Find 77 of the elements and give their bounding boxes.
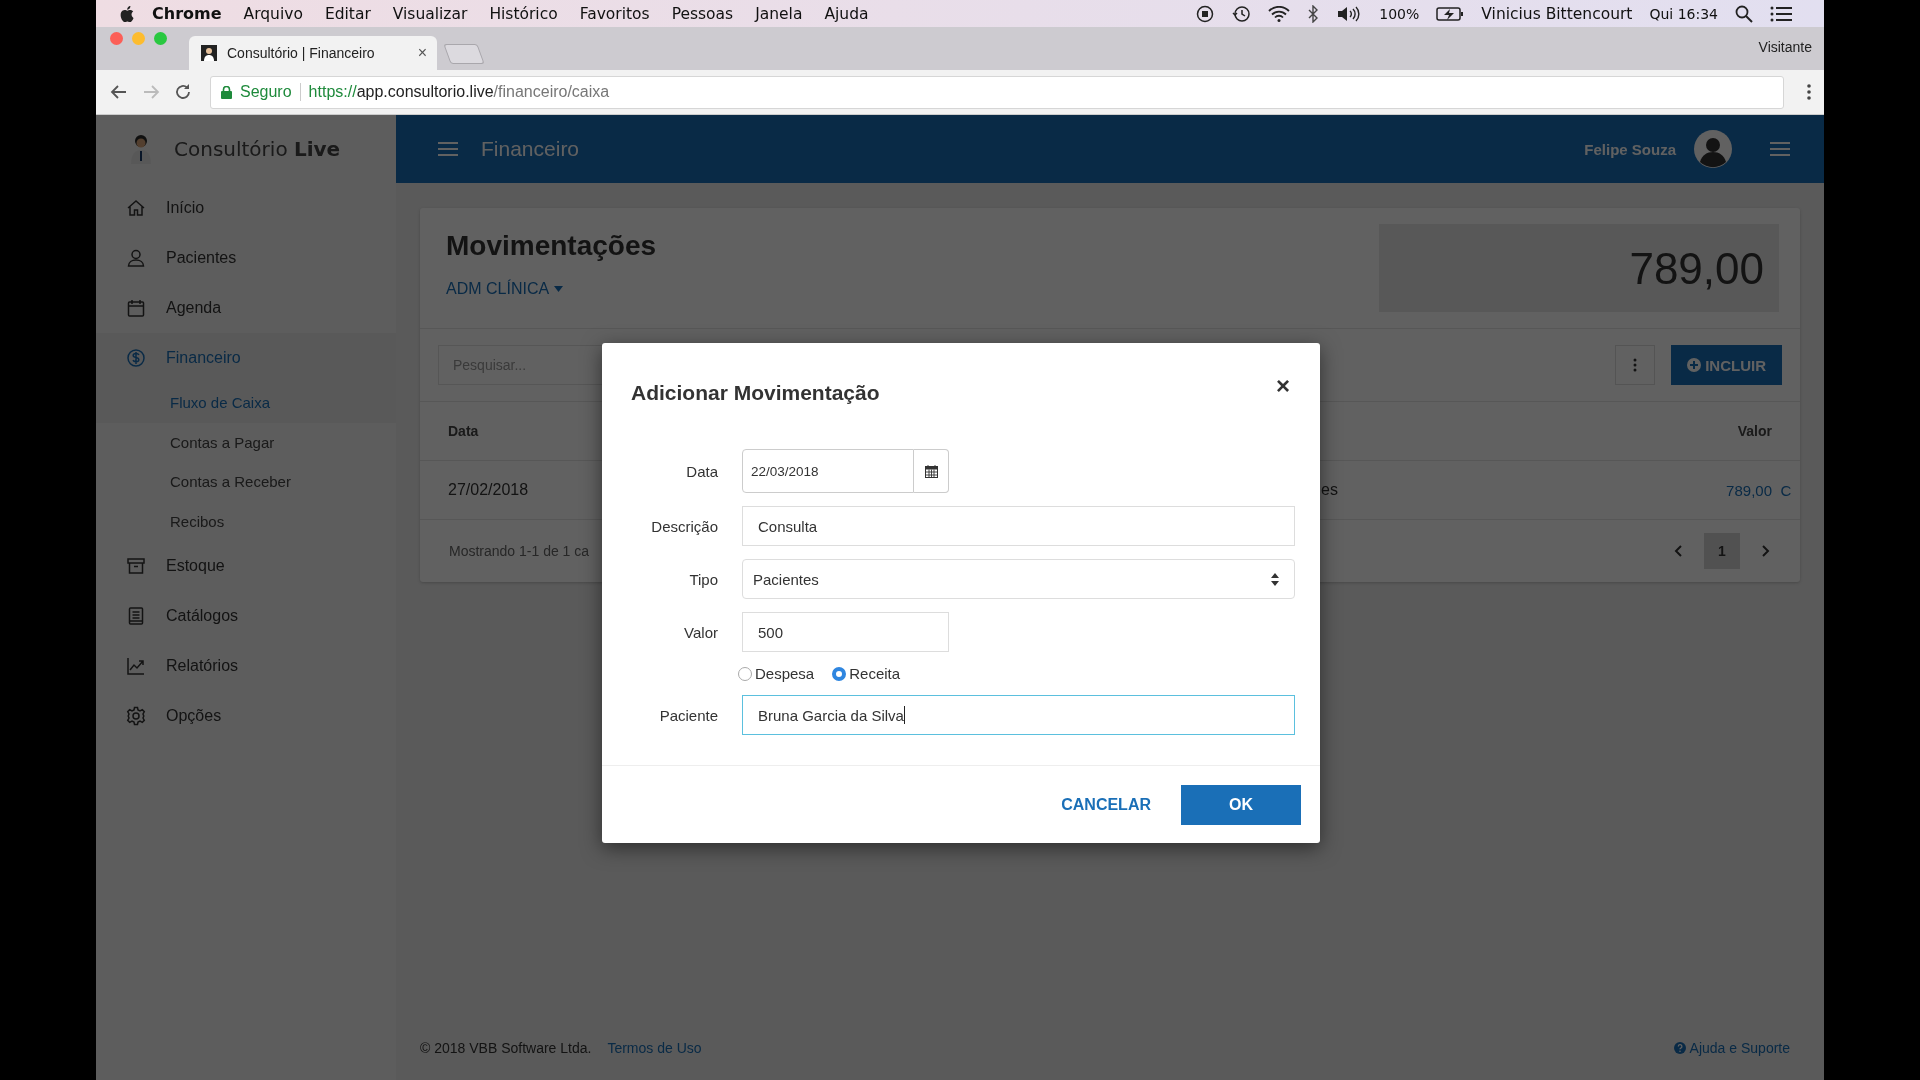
field-label: Descrição (650, 517, 719, 535)
plus-circle-icon (1687, 358, 1702, 372)
dialog-title: Adicionar Movimentação (631, 381, 881, 405)
ok-button[interactable]: OK (1181, 785, 1301, 825)
type-select[interactable]: Pacientes (742, 559, 1295, 599)
table-cell-text: C (1779, 481, 1793, 499)
menu-item[interactable]: Editar (324, 4, 371, 23)
column-header: Data (448, 423, 480, 439)
url-text: https://app.consultorio.live/financeiro/caixa (308, 83, 610, 101)
dollar-icon (126, 348, 146, 368)
input-field[interactable]: Consulta (742, 506, 1295, 546)
search-icon[interactable] (1735, 4, 1753, 23)
user-name[interactable]: Vinicius Bittencourt (1481, 4, 1633, 23)
profile-name[interactable]: Visitante (1758, 39, 1812, 55)
security-label: Seguro (240, 83, 301, 101)
wifi-icon[interactable] (1268, 5, 1291, 22)
field-label: Tipo (688, 570, 719, 588)
chevron-left-icon[interactable] (1674, 545, 1682, 557)
results-summary: Mostrando 1-1 de 1 ca (449, 543, 590, 559)
battery-percentage: 100% (1379, 5, 1420, 22)
avatar-icon[interactable] (1694, 130, 1732, 168)
menu-item[interactable]: Ajuda (824, 4, 869, 23)
menu-item[interactable]: Arquivo (243, 4, 303, 23)
table-cell-text: 27/02/2018 (448, 481, 530, 499)
input-field[interactable]: Bruna Garcia da Silva (742, 695, 1295, 735)
menu-item[interactable]: Favoritos (579, 4, 650, 23)
clock[interactable]: Qui 16:34 (1649, 5, 1718, 22)
person-icon (126, 248, 146, 268)
settings-icon (126, 706, 146, 726)
field-label: Valor (683, 623, 719, 641)
menu-item[interactable]: Histórico (489, 4, 558, 23)
box-icon (126, 556, 146, 576)
radio-option[interactable]: Despesa (738, 665, 815, 682)
input-field[interactable]: 500 (742, 612, 949, 652)
calendar-button[interactable] (914, 449, 949, 493)
clock-icon[interactable] (1231, 4, 1252, 23)
record-icon[interactable] (1196, 4, 1215, 23)
card-title: Movimentações (446, 230, 657, 262)
close-button[interactable]: × (1276, 372, 1290, 400)
lock-icon (221, 85, 232, 99)
menu-item[interactable]: Chrome (152, 4, 222, 23)
kebab-menu-icon (1633, 358, 1638, 372)
line-chart-icon (126, 656, 146, 676)
date-field[interactable]: 22/03/2018 (742, 449, 914, 493)
reload-icon[interactable] (174, 83, 192, 101)
doctor-favicon-icon (201, 45, 217, 61)
menu-item[interactable]: Janela (755, 4, 803, 23)
address-bar[interactable]: Seguro https://app.consultorio.live/financeiro/caixa (210, 75, 1784, 109)
column-header: Valor (1737, 423, 1772, 439)
close-tab-button[interactable]: × (417, 44, 427, 62)
back-icon[interactable] (110, 83, 128, 101)
field-label: Data (685, 462, 719, 480)
table-cell: 789,00 (1726, 481, 1772, 499)
page-title: Financeiro (481, 137, 581, 161)
menu-item[interactable]: Visualizar (392, 4, 468, 23)
radio-button[interactable] (832, 666, 847, 681)
caret-icon (554, 286, 564, 292)
cancel-button[interactable]: CANCELAR (1061, 788, 1151, 822)
list-icon[interactable] (1770, 5, 1792, 22)
bluetooth-icon[interactable] (1307, 4, 1320, 23)
chevron-right-icon[interactable] (1762, 545, 1770, 557)
select-arrows-icon (1271, 572, 1279, 586)
field-label: Paciente (658, 706, 719, 724)
book-icon (126, 606, 146, 626)
menu-item[interactable]: Pessoas (671, 4, 734, 23)
balance-amount: 789,00 (1629, 244, 1764, 294)
question-icon (1673, 1042, 1686, 1054)
browser-tab[interactable]: Consultório | Financeiro × (189, 36, 437, 70)
calendar-icon (126, 298, 146, 318)
apple-icon[interactable] (120, 5, 134, 22)
house-icon (126, 198, 146, 218)
kebab-menu-icon[interactable] (1806, 83, 1812, 101)
radio-option[interactable]: Receita (832, 665, 901, 682)
battery-icon[interactable] (1436, 5, 1465, 22)
table-cell-text: es (1321, 481, 1339, 499)
calendar-icon (924, 464, 938, 478)
copyright-text: © 2018 VBB Software Ltda. (420, 1040, 592, 1056)
